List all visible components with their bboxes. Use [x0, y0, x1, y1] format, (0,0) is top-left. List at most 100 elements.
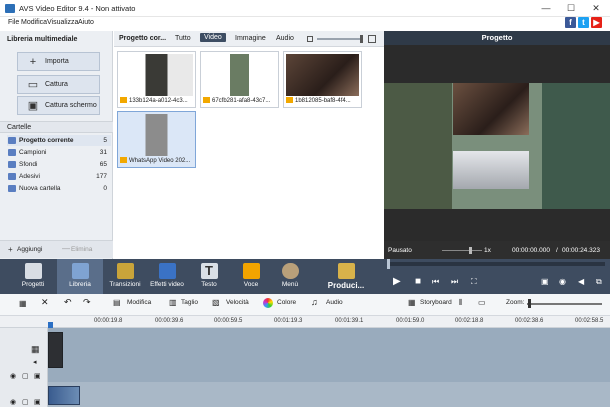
- tab-immagine[interactable]: Immagine: [235, 35, 266, 42]
- trim-button[interactable]: Taglio: [181, 299, 198, 306]
- capture-button[interactable]: ▭ Cattura: [17, 75, 100, 94]
- menu-aiuto[interactable]: Aiuto: [78, 19, 94, 26]
- undo-icon[interactable]: ↶: [64, 297, 72, 308]
- media-item[interactable]: 133b124a-a012-4c3...: [117, 51, 196, 108]
- close-button[interactable]: ✕: [589, 2, 603, 14]
- menu-bar: File Modifica Visualizza Aiuto: [0, 17, 610, 30]
- video-clip[interactable]: [48, 332, 63, 368]
- seek-bar[interactable]: [388, 262, 605, 266]
- minimize-button[interactable]: —: [539, 2, 553, 14]
- redo-icon[interactable]: ↷: [83, 297, 91, 308]
- video-track[interactable]: [48, 328, 610, 382]
- edit-button[interactable]: Modifica: [127, 299, 151, 306]
- preview-keyboard-frame: [453, 151, 529, 189]
- facebook-icon[interactable]: f: [565, 17, 576, 28]
- play-icon[interactable]: ▶: [393, 276, 401, 287]
- toolbar-libreria[interactable]: Libreria: [57, 259, 103, 294]
- folder-icon: [8, 185, 16, 192]
- detach-preview-icon[interactable]: ⧉: [596, 277, 602, 287]
- speed-button[interactable]: Velocità: [226, 299, 249, 306]
- toolbar-produci[interactable]: Produci...: [320, 259, 372, 294]
- audio-button[interactable]: Audio: [326, 299, 343, 306]
- track-headers: ▦ ◂ ◉ ▢ ▣ ◉ ▢ ▣: [0, 328, 48, 407]
- track-settings-icon[interactable]: ▣: [34, 372, 41, 380]
- audio-icon: ♫: [311, 297, 318, 307]
- snapshot-icon[interactable]: ▣: [541, 277, 549, 286]
- visibility-icon[interactable]: ◉: [10, 398, 16, 406]
- menu-modifica[interactable]: Modifica: [21, 19, 47, 26]
- lock-icon[interactable]: ▢: [22, 372, 29, 380]
- video-thumbnail: [203, 54, 276, 96]
- library-icon: [71, 263, 89, 279]
- folders-header: Cartelle: [0, 121, 113, 133]
- next-frame-icon[interactable]: ⏭: [451, 277, 458, 287]
- maximize-button[interactable]: ☐: [564, 2, 578, 14]
- thumb-size-slider[interactable]: [317, 38, 362, 40]
- plus-icon: +: [29, 56, 37, 68]
- menu-visualizza[interactable]: Visualizza: [47, 19, 78, 26]
- fullscreen-icon[interactable]: ⛶: [471, 277, 477, 287]
- folder-adesivi[interactable]: Adesivi 177: [7, 171, 111, 182]
- media-item[interactable]: WhatsApp Video 202...: [117, 111, 196, 168]
- lock-icon[interactable]: ▢: [22, 398, 29, 406]
- color-button[interactable]: Colore: [277, 299, 296, 306]
- folder-nuova-cartella[interactable]: Nuova cartella 0: [7, 183, 111, 194]
- camera-icon[interactable]: ◉: [559, 277, 566, 286]
- media-item[interactable]: 1b812085-baf8-4f4...: [283, 51, 362, 108]
- volume-slider[interactable]: [442, 250, 482, 251]
- tab-audio[interactable]: Audio: [276, 35, 294, 42]
- playback-speed[interactable]: 1x: [484, 247, 491, 254]
- menu-file[interactable]: File: [8, 19, 19, 26]
- toolbar-testo[interactable]: T Testo: [186, 259, 232, 294]
- folder-sfondi[interactable]: Sfondi 65: [7, 159, 111, 170]
- title-bar: AVS Video Editor 9.4 - Non attivato — ☐ …: [0, 0, 610, 17]
- video-icon: [203, 97, 210, 104]
- import-button[interactable]: + Importa: [17, 52, 100, 71]
- tab-tutto[interactable]: Tutto: [175, 35, 191, 42]
- youtube-icon[interactable]: ▶: [591, 17, 602, 28]
- previous-frame-icon[interactable]: ⏮: [432, 277, 439, 287]
- timeline-ruler: 00:00:19.8 00:00:39.6 00:00:59.5 00:01:1…: [0, 316, 610, 328]
- add-icon: +: [8, 245, 13, 254]
- capture-icon: ▭: [27, 79, 39, 91]
- folder-progetto-corrente[interactable]: Progetto corrente 5: [7, 135, 111, 146]
- slider-handle[interactable]: [360, 35, 363, 43]
- effects-track[interactable]: [48, 382, 610, 407]
- toolbar-effetti-video[interactable]: Effetti video: [144, 259, 190, 294]
- seek-handle[interactable]: [387, 259, 390, 269]
- storyboard-button[interactable]: Storyboard: [420, 299, 452, 306]
- microphone-icon: [242, 263, 260, 279]
- monitor-icon[interactable]: ▭: [478, 298, 486, 307]
- large-thumbs-icon[interactable]: [368, 35, 376, 43]
- track-settings-icon[interactable]: ▣: [34, 398, 41, 406]
- stop-icon[interactable]: ■: [415, 276, 421, 287]
- screen-capture-button[interactable]: ▣ Cattura schermo: [17, 96, 100, 115]
- volume-handle[interactable]: [469, 247, 472, 254]
- zoom-handle[interactable]: [528, 299, 531, 308]
- project-label: Progetto cor...: [119, 35, 167, 42]
- star-icon: [158, 263, 176, 279]
- time-current: 00:00:00.000: [512, 247, 550, 254]
- trim-icon: ▥: [169, 298, 177, 307]
- media-item[interactable]: 67cfb281-afa8-43c7...: [200, 51, 279, 108]
- effect-clip[interactable]: [48, 386, 80, 405]
- volume-icon[interactable]: ◀: [578, 277, 584, 286]
- text-icon: T: [200, 263, 218, 279]
- toolbar-transizioni[interactable]: Transizioni: [102, 259, 148, 294]
- small-thumbs-icon[interactable]: [307, 36, 313, 42]
- toolbar-progetti[interactable]: Progetti: [10, 259, 56, 294]
- twitter-icon[interactable]: t: [578, 17, 589, 28]
- visibility-icon[interactable]: ◉: [10, 372, 16, 380]
- mixer-icon[interactable]: ⫴: [459, 298, 462, 308]
- delete-clip-icon[interactable]: ✕: [41, 297, 49, 308]
- tab-video[interactable]: Video: [200, 33, 226, 42]
- video-icon: [286, 97, 293, 104]
- add-folder-button[interactable]: Aggiungi: [17, 246, 42, 253]
- delete-folder-button[interactable]: Elimina: [71, 246, 92, 253]
- toolbar-menu[interactable]: Menù: [267, 259, 313, 294]
- window-title: AVS Video Editor 9.4 - Non attivato: [19, 4, 136, 13]
- folder-campioni[interactable]: Campioni 31: [7, 147, 111, 158]
- grid-icon[interactable]: ▦: [19, 299, 27, 308]
- zoom-slider[interactable]: [527, 303, 602, 305]
- edit-icon: ▤: [113, 298, 121, 307]
